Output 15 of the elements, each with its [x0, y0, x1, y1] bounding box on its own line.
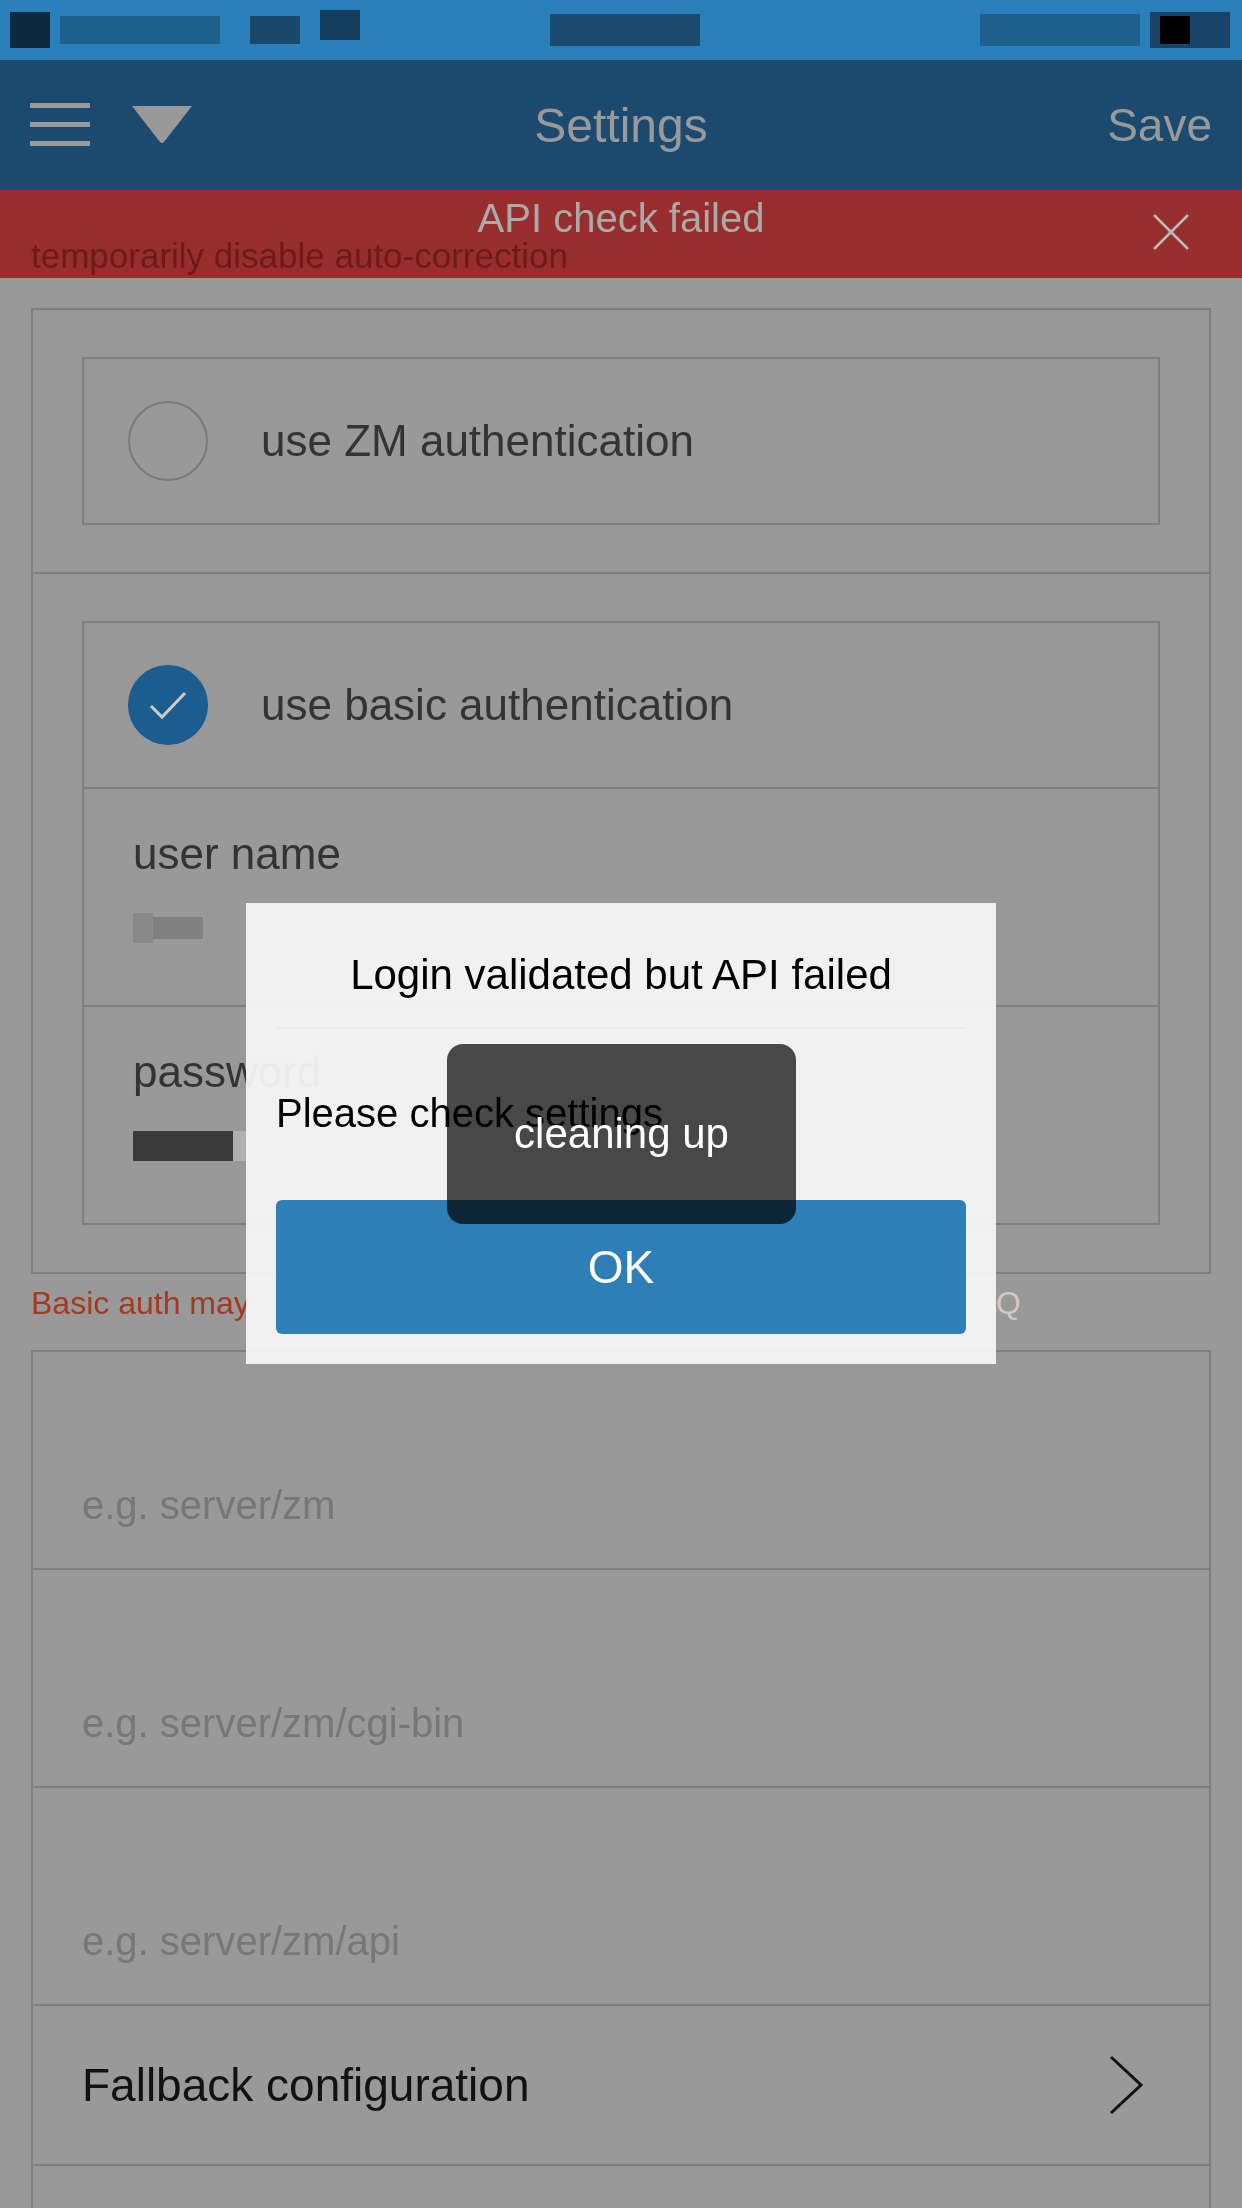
radio-option[interactable]: use basic authentication — [84, 623, 1158, 787]
page-title: Settings — [533, 97, 709, 153]
save-button[interactable]: Save — [1107, 98, 1212, 152]
hint-text: Q — [996, 1284, 1021, 1322]
dialog-title: Login validated but API failed — [276, 951, 966, 1029]
radio-option[interactable]: use ZM authentication — [84, 359, 1158, 523]
menu-icon[interactable] — [30, 103, 90, 147]
dropdown-icon[interactable] — [132, 106, 192, 144]
field-label: user name — [133, 829, 341, 879]
chevron-icon — [1109, 2055, 1143, 2115]
ok-button[interactable]: OK — [276, 1200, 966, 1334]
close-icon[interactable] — [1153, 214, 1189, 250]
menu-item[interactable]: Fallback configuration — [33, 2006, 1209, 2166]
redacted-value-drawing — [133, 913, 203, 943]
banner-message: API check failed — [476, 196, 766, 241]
